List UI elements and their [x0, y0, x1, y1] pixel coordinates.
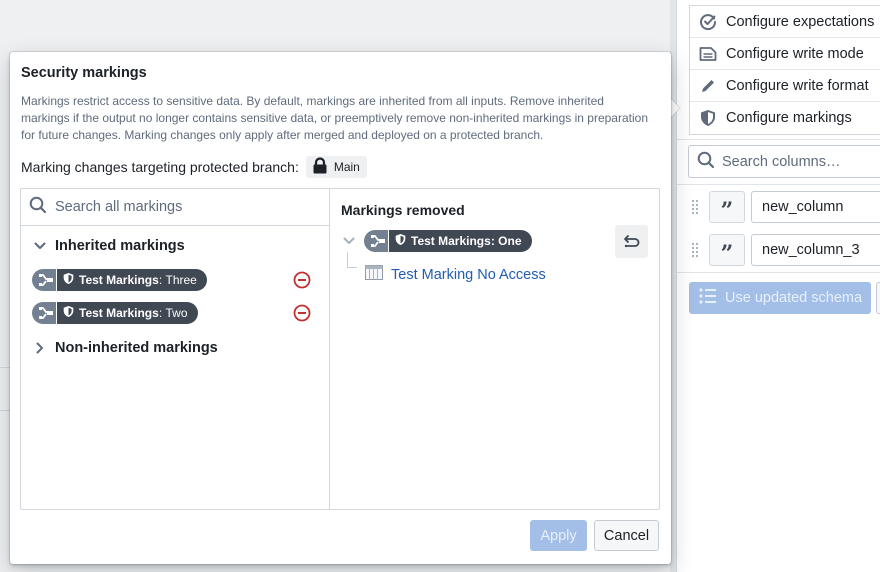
column-row: ” new_column_3: [677, 233, 880, 267]
marking-name: One: [498, 234, 522, 248]
string-quote-icon: ”: [720, 241, 734, 267]
menu-item-label: Configure markings: [726, 110, 852, 126]
markings-removed-title: Markings removed: [341, 202, 465, 218]
marking-name: Two: [165, 306, 188, 320]
column-row: ” new_column: [677, 190, 880, 224]
remove-marking-button[interactable]: [293, 304, 311, 322]
search-markings-placeholder: Search all markings: [55, 199, 183, 215]
chevron-right-icon: [33, 342, 47, 354]
protected-branch-row: Marking changes targeting protected bran…: [21, 156, 367, 178]
marking-category-icon: [364, 230, 389, 252]
search-icon: [29, 196, 47, 218]
panel-separator: [677, 139, 880, 140]
remove-marking-button[interactable]: [293, 271, 311, 289]
undo-remove-button[interactable]: [615, 225, 648, 258]
chevron-down-icon: [33, 242, 47, 250]
column-name-value: new_column_3: [762, 242, 860, 258]
marking-separator: :: [158, 273, 166, 287]
right-config-panel: Configure expectations Configure write m…: [676, 0, 880, 572]
shield-icon: [699, 109, 717, 127]
menu-item-label: Configure write mode: [726, 45, 864, 62]
child-label: Test Marking No Access: [391, 266, 546, 283]
search-columns-input[interactable]: Search columns…: [688, 145, 880, 178]
tree-connector: [347, 252, 357, 268]
search-markings-input[interactable]: Search all markings: [21, 189, 329, 226]
non-inherited-markings-group[interactable]: Non-inherited markings: [33, 340, 218, 356]
menu-item-label: Configure write format: [726, 77, 869, 94]
remove-circle-icon: [293, 271, 311, 289]
removed-markings-pane: Markings removed Test Markings: One Test…: [330, 189, 659, 509]
column-name-value: new_column: [762, 199, 844, 215]
marking-category: Test Markings: [411, 234, 491, 248]
removed-marking-row: Test Markings: One: [342, 230, 532, 252]
shield-icon: [395, 233, 406, 249]
menu-item-configure-expectations[interactable]: Configure expectations: [690, 6, 880, 38]
dialog-title: Security markings: [21, 65, 147, 81]
shield-icon: [63, 305, 74, 321]
shield-icon: [63, 272, 74, 288]
cancel-button[interactable]: Cancel: [594, 520, 659, 551]
drag-handle-icon[interactable]: [691, 242, 699, 258]
edit-pencil-icon: [699, 77, 717, 95]
marking-separator: :: [490, 234, 499, 248]
secondary-action-button[interactable]: [876, 282, 880, 314]
circle-check-icon: [699, 13, 717, 31]
column-name-input[interactable]: new_column: [751, 191, 880, 223]
marking-row: Test Markings: Three: [32, 269, 311, 291]
menu-item-configure-write-mode[interactable]: Configure write mode: [690, 38, 880, 70]
configure-menu: Configure expectations Configure write m…: [689, 5, 880, 135]
marking-row: Test Markings: Two: [32, 302, 311, 324]
marking-category-icon: [32, 302, 57, 324]
menu-item-configure-write-format[interactable]: Configure write format: [690, 70, 880, 102]
string-type-button[interactable]: ”: [709, 191, 745, 224]
marking-separator: :: [158, 306, 166, 320]
removed-marking-child[interactable]: Test Marking No Access: [365, 265, 546, 284]
branch-tag: Main: [305, 156, 367, 178]
security-markings-dialog: Security markings Markings restrict acce…: [10, 52, 671, 564]
table-icon: [365, 265, 383, 284]
dialog-description: Markings restrict access to sensitive da…: [21, 94, 648, 142]
inherited-markings-group[interactable]: Inherited markings: [33, 238, 185, 254]
available-markings-pane: Search all markings Inherited markings T…: [21, 189, 330, 509]
string-type-button[interactable]: ”: [709, 234, 745, 267]
menu-item-configure-markings[interactable]: Configure markings: [690, 102, 880, 134]
use-updated-schema-button[interactable]: Use updated schema: [689, 282, 871, 314]
panel-separator: [677, 184, 880, 185]
marking-category-icon: [32, 269, 57, 291]
panel-separator: [677, 272, 880, 273]
markings-panes: Search all markings Inherited markings T…: [20, 188, 660, 510]
string-quote-icon: ”: [720, 198, 734, 224]
apply-button[interactable]: Apply: [530, 520, 587, 551]
list-icon: [699, 288, 717, 308]
search-icon: [697, 151, 715, 173]
branch-name: Main: [333, 160, 360, 174]
non-inherited-markings-label: Non-inherited markings: [55, 340, 218, 356]
marking-tag[interactable]: Test Markings: Two: [32, 302, 198, 324]
search-columns-placeholder: Search columns…: [722, 153, 841, 170]
branch-label: Marking changes targeting protected bran…: [21, 159, 299, 175]
marking-name: Three: [165, 273, 197, 287]
remove-circle-icon: [293, 304, 311, 322]
inherited-markings-label: Inherited markings: [55, 238, 185, 254]
column-name-input[interactable]: new_column_3: [751, 234, 880, 266]
use-updated-schema-label: Use updated schema: [725, 290, 863, 306]
menu-item-label: Configure expectations: [726, 13, 875, 30]
drag-handle-icon[interactable]: [691, 199, 699, 215]
marking-category: Test Markings: [79, 306, 159, 320]
undo-icon: [623, 234, 639, 247]
document-icon: [699, 45, 717, 63]
marking-category: Test Markings: [79, 273, 159, 287]
chevron-down-icon[interactable]: [342, 237, 356, 245]
lock-icon: [312, 157, 328, 177]
marking-tag[interactable]: Test Markings: One: [364, 230, 532, 252]
marking-tag[interactable]: Test Markings: Three: [32, 269, 207, 291]
